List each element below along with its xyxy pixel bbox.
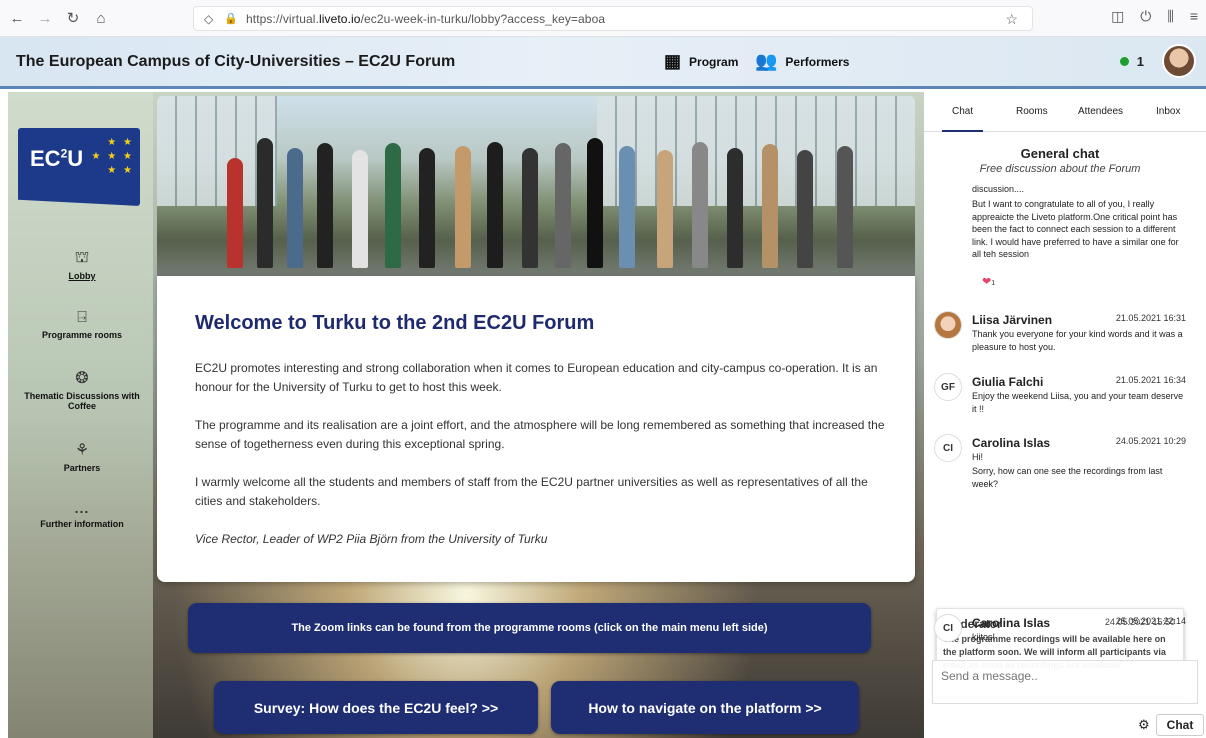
chat-panel: Chat Rooms Attendees Inbox General chat … — [924, 92, 1206, 738]
message-body: kiitos! — [972, 632, 996, 642]
chat-toggle-button[interactable]: Chat — [1155, 714, 1205, 736]
navigate-help-button[interactable]: How to navigate on the platform >> — [551, 681, 859, 734]
url-bar[interactable]: ◇ 🔒 https://virtual.liveto.io/ec2u-week-… — [193, 6, 1033, 31]
message-body: Thank you everyone for your kind words a… — [972, 329, 1183, 352]
reload-icon[interactable]: ↻ — [62, 7, 84, 29]
survey-button[interactable]: Survey: How does the EC2U feel? >> — [214, 681, 538, 734]
welcome-paragraph-3: I warmly welcome all the students and me… — [195, 475, 868, 508]
sidebar-item-label: Partners — [63, 463, 101, 473]
message-time: 21.05.2021 16:34 — [1115, 375, 1186, 385]
sidebar-item-label: Further information — [40, 519, 124, 529]
general-chat-title: General chat — [1020, 146, 1100, 161]
message-time: 25.05.2021 22:14 — [1115, 616, 1186, 626]
lock-icon[interactable]: 🔒 — [224, 12, 240, 25]
pocket-icon[interactable]: ◫ — [1111, 8, 1124, 25]
back-icon[interactable]: ← — [6, 7, 28, 29]
nav-program[interactable]: ▦ Program — [664, 51, 738, 72]
online-indicator[interactable]: 1 — [1119, 54, 1144, 69]
browser-extras: ◫ ⏻ ⫼ ≡ — [1111, 8, 1198, 25]
chat-tabs: Chat Rooms Attendees Inbox — [924, 92, 1206, 132]
discussion-icon: ❂ — [75, 370, 89, 387]
reaction-count: 1 — [991, 280, 996, 287]
nav-program-label: Program — [689, 54, 739, 69]
message-author[interactable]: Giulia Falchi — [972, 375, 1043, 389]
sidebar-item-label: Programme rooms — [41, 330, 123, 340]
shield-icon[interactable]: ◇ — [204, 12, 220, 26]
power-icon[interactable]: ⏻ — [1140, 8, 1151, 25]
welcome-card: Welcome to Turku to the 2nd EC2U Forum E… — [157, 276, 915, 582]
user-avatar[interactable] — [1162, 44, 1196, 78]
message-input[interactable] — [941, 669, 1189, 683]
people-icon: 👥 — [755, 51, 778, 71]
ec2u-logo: EC2U ★ ★ ★ ★ ★ ★ ★ — [18, 128, 140, 206]
tab-inbox[interactable]: Inbox — [1156, 106, 1180, 117]
settings-gear-icon[interactable]: ⚙ — [1138, 717, 1150, 733]
message-author[interactable]: Carolina Islas — [972, 616, 1050, 630]
app-header: The European Campus of City-Universities… — [0, 37, 1206, 89]
tab-rooms[interactable]: Rooms — [1016, 106, 1048, 117]
zoom-links-banner[interactable]: The Zoom links can be found from the pro… — [188, 603, 871, 653]
message-body: Hi! — [972, 452, 983, 462]
online-dot — [1119, 57, 1129, 66]
welcome-paragraph-1: EC2U promotes interesting and strong col… — [195, 361, 878, 394]
nav-performers-label: Performers — [785, 54, 850, 69]
lobby-icon: ⛫ — [74, 249, 90, 266]
message-time: 21.05.2021 16:31 — [1115, 313, 1186, 323]
sidebar-item-partners[interactable]: ⚘ Partners — [20, 440, 144, 473]
prior-message-text-2: But I want to congratulate to all of you… — [972, 199, 1179, 259]
welcome-heading: Welcome to Turku to the 2nd EC2U Forum — [195, 312, 595, 334]
chat-footer: ⚙ Chat — [1138, 714, 1205, 736]
forward-icon[interactable]: → — [34, 7, 56, 29]
home-icon[interactable]: ⌂ — [90, 7, 112, 29]
message-time: 24.05.2021 10:29 — [1115, 436, 1186, 446]
tab-attendees[interactable]: Attendees — [1078, 106, 1123, 117]
tab-chat[interactable]: Chat — [941, 106, 984, 132]
bookmark-star-icon[interactable]: ☆ — [1005, 11, 1018, 28]
sidebar-item-further-information[interactable]: ... Further information — [20, 500, 144, 529]
welcome-paragraph-2: The programme and its realisation are a … — [195, 418, 885, 451]
sidebar-item-thematic-discussions[interactable]: ❂ Thematic Discussions with Coffee — [14, 368, 150, 411]
avatar[interactable]: GF — [934, 373, 962, 401]
event-title: The European Campus of City-Universities… — [16, 53, 456, 70]
stars-icon: ★ ★ ★ ★ ★ ★ ★ — [91, 137, 134, 176]
online-count: 1 — [1136, 54, 1144, 69]
general-chat-subtitle: Free discussion about the Forum — [979, 163, 1141, 175]
hero-photo — [157, 96, 915, 276]
url-text[interactable]: https://virtual.liveto.io/ec2u-week-in-t… — [246, 12, 605, 26]
nav-performers[interactable]: 👥 Performers — [755, 51, 849, 72]
handshake-icon: ⚘ — [74, 442, 90, 459]
heart-reaction[interactable]: ❤1 — [982, 275, 995, 288]
message-author[interactable]: Carolina Islas — [972, 436, 1050, 450]
welcome-signature: Vice Rector, Leader of WP2 Piia Björn fr… — [195, 532, 548, 546]
sidebar-item-programme-rooms[interactable]: ⍈ Programme rooms — [20, 309, 144, 340]
message-body: Enjoy the weekend Liisa, you and your te… — [972, 391, 1184, 414]
menu-icon[interactable]: ≡ — [1190, 8, 1198, 25]
calendar-icon: ▦ — [664, 51, 682, 71]
sidebar-item-label: Lobby — [68, 271, 96, 281]
avatar[interactable]: CI — [934, 434, 962, 462]
door-icon: ⍈ — [77, 309, 87, 326]
avatar[interactable]: CI — [934, 614, 962, 642]
message-author[interactable]: Liisa Järvinen — [972, 313, 1052, 327]
avatar[interactable] — [934, 311, 962, 339]
prior-message-text-1: discussion.... — [972, 184, 1025, 194]
message-body-2: Sorry, how can one see the recordings fr… — [972, 466, 1163, 489]
message-input-box[interactable] — [932, 660, 1198, 704]
library-icon[interactable]: ⫼ — [1167, 8, 1173, 25]
sidebar-item-label: Thematic Discussions with Coffee — [24, 391, 140, 411]
more-icon: ... — [74, 500, 90, 516]
heart-icon: ❤ — [982, 276, 992, 288]
sidebar-item-lobby[interactable]: ⛫ Lobby — [20, 248, 144, 281]
